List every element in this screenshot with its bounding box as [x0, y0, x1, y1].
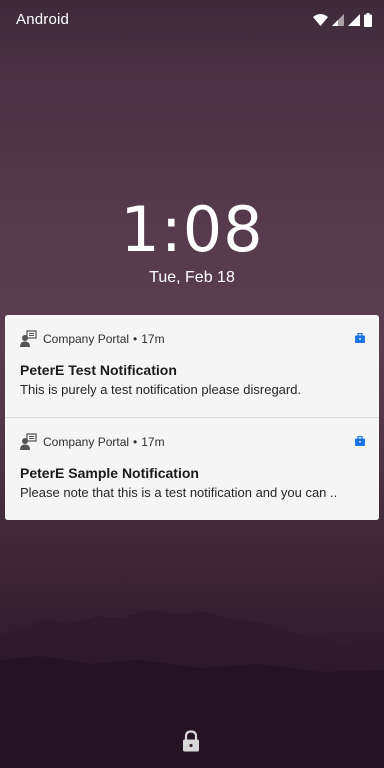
lockscreen-clock: 1:08: [120, 193, 264, 266]
status-bar: Android: [0, 0, 384, 38]
notification-app-name: Company Portal: [43, 435, 130, 449]
work-profile-icon: [355, 436, 365, 446]
wifi-icon: [313, 14, 328, 26]
notification-title: PeterE Test Notification: [20, 362, 177, 378]
notification-header: Company Portal • 17m: [19, 432, 365, 452]
notification-panel: Company Portal • 17m PeterE Test Notific…: [5, 315, 379, 520]
notification-title: PeterE Sample Notification: [20, 465, 199, 481]
notification-app-name: Company Portal: [43, 332, 130, 346]
notification-separator: •: [133, 332, 138, 346]
lock-screen: Android 1:08 Tue, Feb 18 Company Portal …: [0, 0, 384, 768]
notification-body: This is purely a test notification pleas…: [20, 382, 302, 397]
notification-time: 17m: [141, 435, 165, 449]
signal-icon: [348, 14, 360, 26]
notification-body: Please note that this is a test notifica…: [20, 485, 338, 500]
lockscreen-date: Tue, Feb 18: [149, 269, 235, 286]
notification-card[interactable]: Company Portal • 17m PeterE Test Notific…: [5, 315, 379, 418]
company-portal-icon: [20, 433, 37, 450]
signal-icon: [332, 14, 344, 26]
battery-icon: [364, 13, 372, 27]
lock-icon[interactable]: [182, 730, 200, 752]
notification-header: Company Portal • 17m: [19, 329, 365, 349]
notification-separator: •: [133, 435, 138, 449]
work-profile-icon: [355, 333, 365, 343]
status-icons: [313, 12, 372, 28]
notification-time: 17m: [141, 332, 165, 346]
notification-card[interactable]: Company Portal • 17m PeterE Sample Notif…: [5, 418, 379, 520]
company-portal-icon: [20, 330, 37, 347]
carrier-label: Android: [16, 11, 70, 28]
